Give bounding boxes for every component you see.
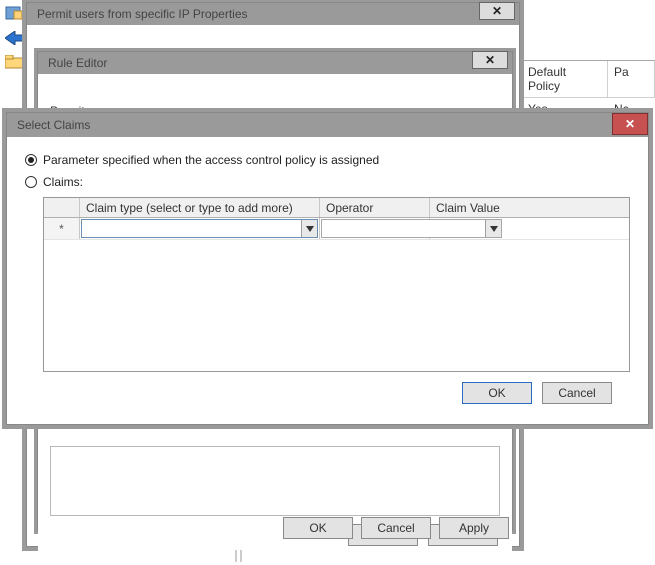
radio-claims[interactable]: Claims:	[25, 175, 630, 189]
radio-icon	[25, 154, 37, 166]
select-claims-ok-button[interactable]: OK	[462, 382, 532, 404]
properties-cancel-button[interactable]: Cancel	[361, 517, 431, 539]
background-list-header: Default Policy Pa	[522, 61, 655, 98]
properties-close-button[interactable]: ✕	[479, 2, 515, 20]
claims-grid-header: Claim type (select or type to add more) …	[44, 198, 629, 218]
claims-grid: Claim type (select or type to add more) …	[43, 197, 630, 372]
back-arrow-icon[interactable]	[4, 28, 24, 48]
properties-ok-button[interactable]: OK	[283, 517, 353, 539]
cell-claim-type	[80, 218, 320, 239]
select-claims-cancel-button[interactable]: Cancel	[542, 382, 612, 404]
rule-editor-close-button[interactable]: ✕	[472, 51, 508, 69]
select-claims-close-button[interactable]: ✕	[612, 113, 648, 135]
claim-type-input[interactable]	[82, 220, 301, 237]
radio-parameter-specified[interactable]: Parameter specified when the access cont…	[25, 153, 630, 167]
select-claims-button-row: OK Cancel	[25, 372, 630, 404]
properties-title: Permit users from specific IP Properties	[37, 7, 248, 21]
properties-titlebar[interactable]: Permit users from specific IP Properties…	[27, 3, 519, 25]
col-operator[interactable]: Operator	[320, 198, 430, 217]
new-row-marker: *	[44, 218, 80, 239]
tree-node-icon	[4, 4, 24, 24]
cell-operator	[320, 218, 430, 239]
col-default-policy[interactable]: Default Policy	[522, 61, 608, 97]
grid-corner	[44, 198, 80, 217]
close-icon: ✕	[485, 53, 495, 67]
rule-description-textarea[interactable]	[50, 446, 500, 516]
claims-grid-new-row[interactable]: *	[44, 218, 629, 240]
radio-icon	[25, 176, 37, 188]
col-claim-type[interactable]: Claim type (select or type to add more)	[80, 198, 320, 217]
select-claims-title: Select Claims	[17, 118, 90, 132]
chevron-down-icon	[306, 226, 314, 232]
select-claims-window: Select Claims ✕ Parameter specified when…	[6, 112, 649, 425]
close-icon: ✕	[625, 117, 635, 131]
col-pa[interactable]: Pa	[608, 61, 655, 97]
cell-claim-value[interactable]	[430, 218, 629, 239]
properties-apply-button[interactable]: Apply	[439, 517, 509, 539]
properties-button-row: OK Cancel Apply	[283, 517, 509, 539]
radio-parameter-label: Parameter specified when the access cont…	[43, 153, 379, 167]
folder-icon	[4, 52, 24, 72]
select-claims-titlebar[interactable]: Select Claims ✕	[7, 113, 648, 137]
rule-editor-title: Rule Editor	[48, 56, 107, 70]
background-list: Default Policy Pa Yes Nc	[522, 60, 655, 120]
col-claim-value[interactable]: Claim Value	[430, 198, 629, 217]
radio-claims-label: Claims:	[43, 175, 83, 189]
claim-type-dropdown-button[interactable]	[301, 220, 317, 237]
close-icon: ✕	[492, 4, 502, 18]
splitter-grip[interactable]	[232, 550, 246, 562]
rule-editor-titlebar[interactable]: Rule Editor ✕	[38, 52, 512, 74]
claim-type-combo[interactable]	[81, 219, 318, 238]
